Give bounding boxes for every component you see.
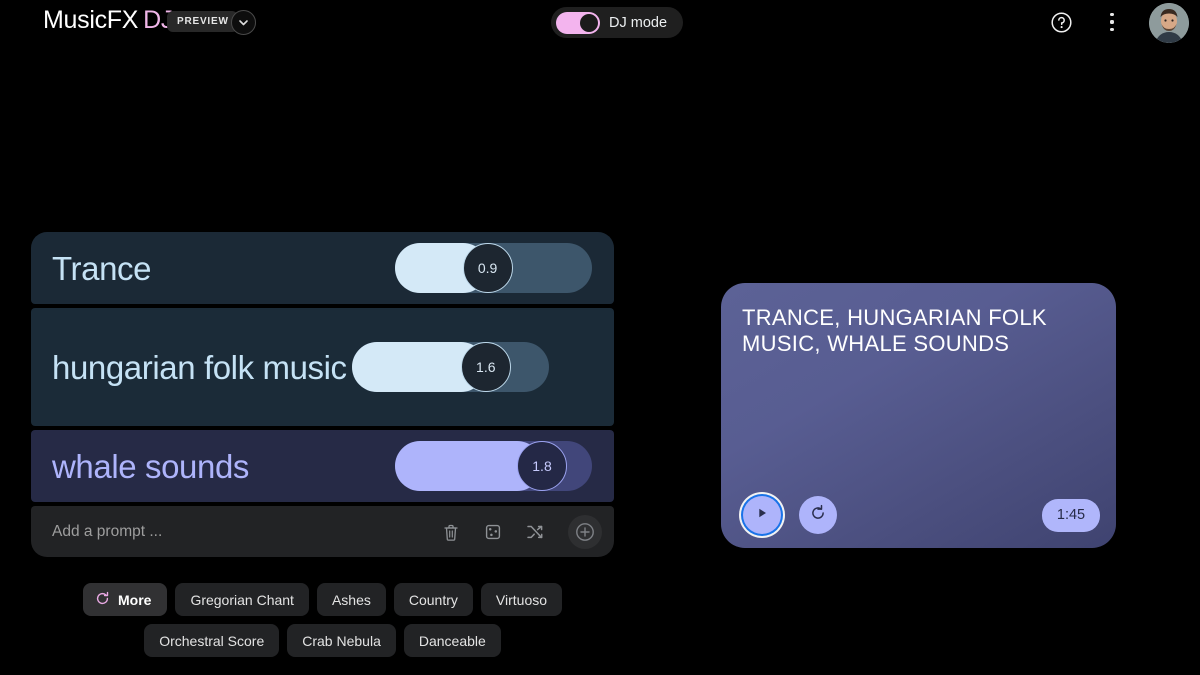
more-vertical-icon[interactable] [1103, 10, 1121, 34]
help-circle-icon[interactable] [1051, 12, 1072, 33]
prompt-row[interactable]: whale sounds 1.8 [31, 430, 614, 502]
prompt-label: hungarian folk music [52, 348, 347, 386]
player-title: TRANCE, HUNGARIAN FOLK MUSIC, WHALE SOUN… [742, 305, 1047, 356]
chip-label: More [117, 591, 152, 608]
prompt-weight-slider[interactable]: 1.8 [395, 441, 592, 491]
model-dropdown-button[interactable] [231, 10, 256, 35]
play-button[interactable] [743, 496, 781, 534]
player-card: TRANCE, HUNGARIAN FOLK MUSIC, WHALE SOUN… [721, 283, 1116, 548]
dot [1110, 13, 1114, 17]
shuffle-icon[interactable] [524, 521, 546, 543]
chip-orchestral-score[interactable]: Orchestral Score [144, 624, 280, 657]
restart-button[interactable] [799, 496, 837, 534]
brand-main: MusicFX [43, 6, 139, 34]
chip-gregorian-chant[interactable]: Gregorian Chant [175, 583, 309, 616]
trash-icon[interactable] [440, 521, 462, 543]
slider-knob[interactable]: 1.8 [517, 441, 567, 491]
prompt-label: Trance [52, 249, 152, 287]
prompt-label: whale sounds [52, 447, 250, 485]
chip-label: Country [408, 591, 458, 608]
play-icon [755, 506, 769, 525]
chip-label: Crab Nebula [302, 632, 381, 649]
prompt-bar-actions [440, 514, 602, 549]
chip-label: Orchestral Score [159, 632, 265, 649]
prompt-weight-slider[interactable]: 0.9 [395, 243, 592, 293]
prompt-input[interactable] [52, 522, 440, 541]
chip-label: Virtuoso [495, 591, 548, 608]
restart-icon [809, 504, 827, 527]
avatar[interactable] [1149, 3, 1189, 43]
add-prompt-bar [31, 506, 614, 557]
refresh-icon [95, 591, 110, 609]
chevron-down-icon [238, 17, 249, 28]
dot [1110, 27, 1114, 31]
chip-ashes[interactable]: Ashes [316, 583, 386, 616]
suggestion-chips: More Gregorian Chant Ashes Country Virtu… [31, 583, 614, 657]
add-circle-icon[interactable] [568, 514, 602, 549]
chip-label: Ashes [331, 591, 371, 608]
toggle-switch[interactable] [556, 11, 600, 34]
playback-time: 1:45 [1042, 498, 1100, 532]
slider-knob[interactable]: 0.9 [462, 243, 513, 293]
chip-label: Gregorian Chant [190, 591, 294, 608]
prompt-row[interactable]: Trance 0.9 [31, 232, 614, 304]
player-controls: 1:45 [731, 496, 1100, 534]
prompt-stack: Trance 0.9 hungarian folk music 1.6 whal… [31, 232, 614, 557]
chip-country[interactable]: Country [393, 583, 473, 616]
chip-crab-nebula[interactable]: Crab Nebula [287, 624, 396, 657]
chip-more[interactable]: More [82, 583, 168, 616]
dice-icon[interactable] [482, 521, 504, 543]
app-header: MusicFX DJ PREVIEW DJ mode [0, 0, 1200, 45]
dot [1110, 20, 1114, 24]
dj-mode-toggle[interactable]: DJ mode [551, 7, 684, 38]
toggle-knob [580, 13, 598, 32]
chip-danceable[interactable]: Danceable [403, 624, 501, 657]
dj-mode-label: DJ mode [609, 14, 668, 31]
app-title: MusicFX DJ [43, 6, 173, 35]
slider-knob[interactable]: 1.6 [460, 342, 511, 392]
preview-badge: PREVIEW [167, 11, 238, 32]
chip-virtuoso[interactable]: Virtuoso [480, 583, 563, 616]
prompt-weight-slider[interactable]: 1.6 [352, 342, 549, 392]
prompt-row[interactable]: hungarian folk music 1.6 [31, 308, 614, 426]
chip-label: Danceable [418, 632, 486, 649]
